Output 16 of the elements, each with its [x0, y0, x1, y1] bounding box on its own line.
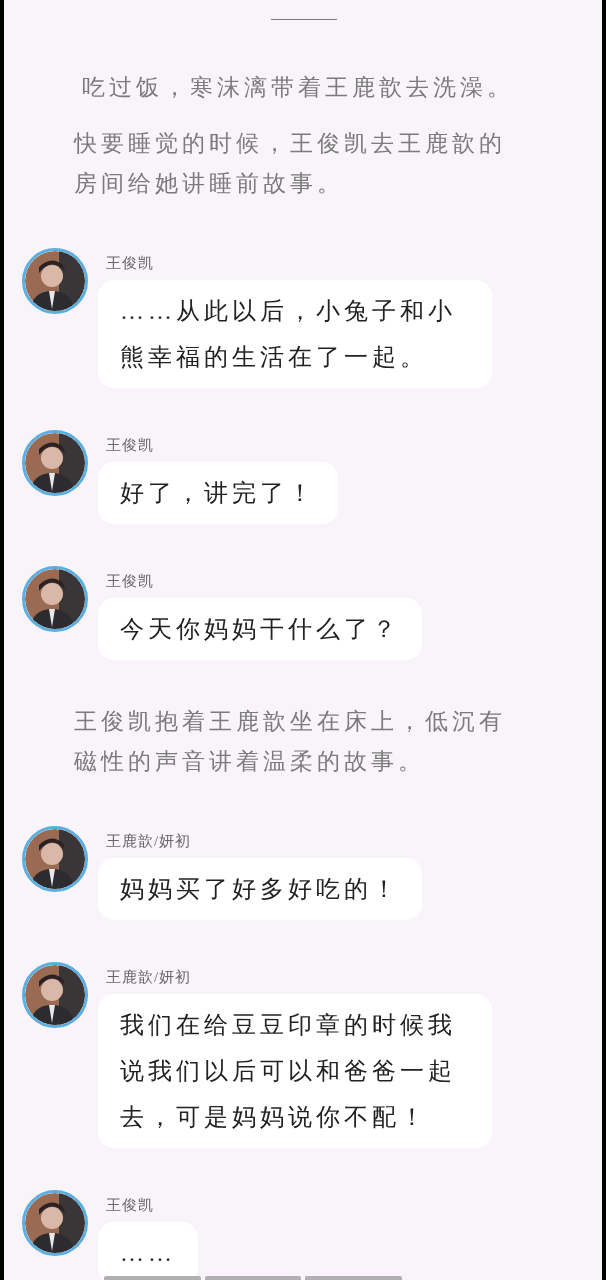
section-divider: ———— [271, 7, 335, 30]
sender-name: 王鹿歆/妍初 [106, 968, 192, 986]
narration-text: 王俊凯抱着王鹿歆坐在床上，低沉有磁性的声音讲着温柔的故事。 [73, 708, 507, 776]
message-bubble: 我们在给豆豆印章的时候我说我们以后可以和爸爸一起去，可是妈妈说你不配！ [98, 994, 492, 1148]
sender-name: 王俊凯 [106, 572, 154, 590]
sender-name: 王俊凯 [106, 436, 154, 454]
message-bubble: 今天你妈妈干什么了？ [98, 598, 422, 660]
sender-name: 王俊凯 [106, 1196, 154, 1214]
sender-name: 王俊凯 [106, 254, 154, 272]
message-bubble: ……从此以后，小兔子和小熊幸福的生活在了一起。 [98, 280, 492, 388]
sender-name: 王鹿歆/妍初 [106, 832, 192, 850]
message-bubble: …… [98, 1222, 198, 1280]
message-bubble: 好了，讲完了！ [98, 462, 338, 524]
narration-text: 吃过饭，寒沫漓带着王鹿歆去洗澡。 [81, 74, 515, 102]
message-bubble: 妈妈买了好多好吃的！ [98, 858, 422, 920]
narration-text: 快要睡觉的时候，王俊凯去王鹿歆的房间给她讲睡前故事。 [72, 130, 507, 198]
